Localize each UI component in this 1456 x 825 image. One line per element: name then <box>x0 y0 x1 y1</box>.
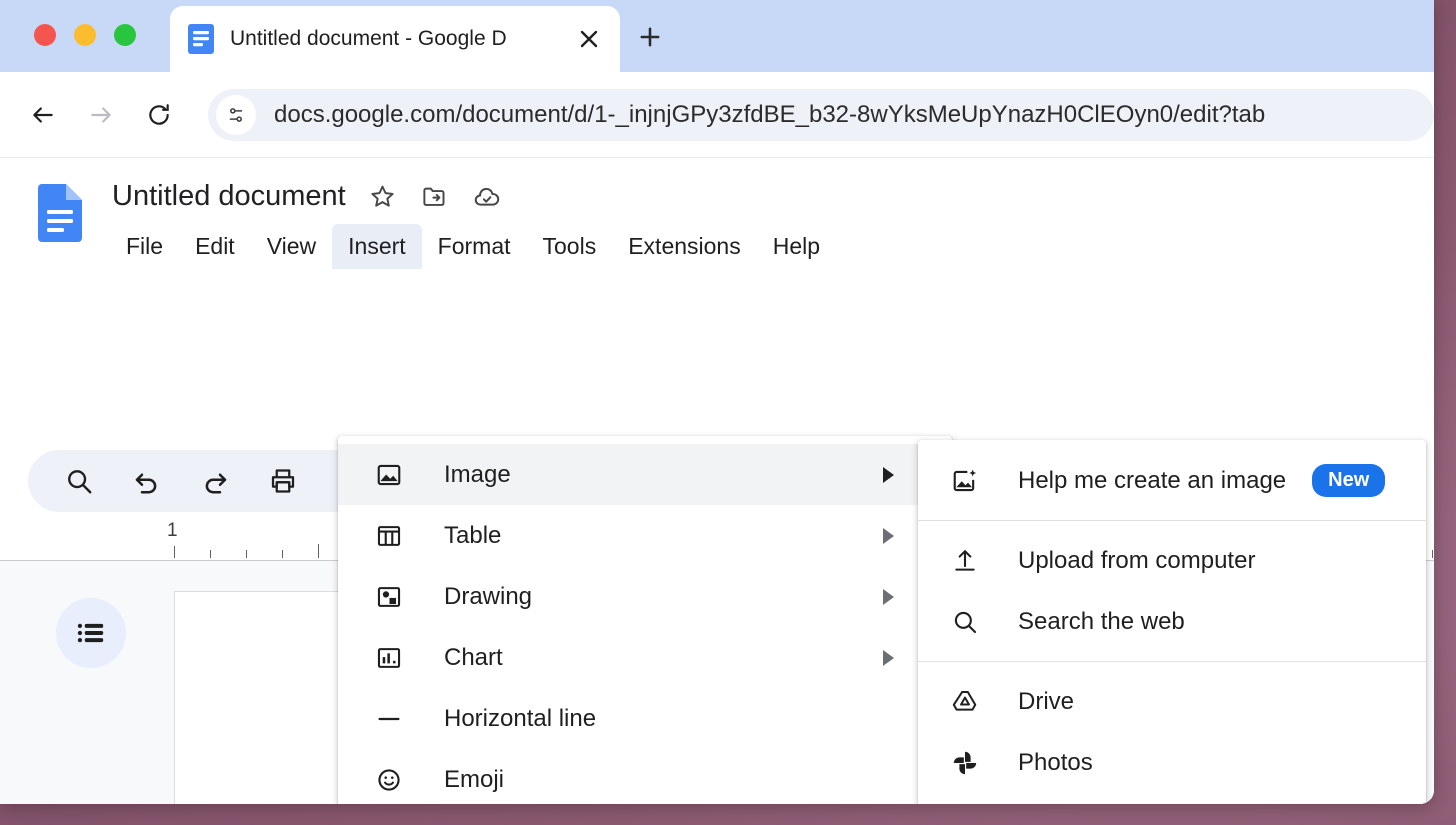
insert-menu-item-drawing[interactable]: Drawing <box>338 566 952 627</box>
insert-menu-label: Chart <box>444 643 503 671</box>
browser-tab-title: Untitled document - Google D <box>230 27 507 50</box>
insert-menu-label: Drawing <box>444 582 533 610</box>
ai-image-icon <box>948 464 982 498</box>
menu-divider <box>918 520 1426 521</box>
submenu-item-upload-from-computer[interactable]: Upload from computer <box>918 530 1426 591</box>
submenu-item-drive[interactable]: Drive <box>918 671 1426 732</box>
submenu-label: Photos <box>1018 748 1093 776</box>
browser-navigation-bar: docs.google.com/document/d/1-_injnjGPy3z… <box>0 72 1434 158</box>
drawing-icon <box>372 580 406 614</box>
address-bar-url[interactable]: docs.google.com/document/d/1-_injnjGPy3z… <box>274 101 1265 129</box>
menu-file[interactable]: File <box>110 224 179 269</box>
show-document-outline-button[interactable] <box>56 598 126 668</box>
menu-format[interactable]: Format <box>422 224 527 269</box>
upload-icon <box>948 544 982 578</box>
menu-extensions[interactable]: Extensions <box>612 224 757 269</box>
horizontal-line-icon <box>372 702 406 736</box>
star-icon[interactable] <box>368 182 398 212</box>
insert-menu-item-chart[interactable]: Chart <box>338 627 952 688</box>
submenu-label: Drive <box>1018 687 1075 715</box>
menu-edit[interactable]: Edit <box>179 224 251 269</box>
menu-help[interactable]: Help <box>757 224 836 269</box>
insert-menu-label: Emoji <box>444 765 505 793</box>
chevron-right-icon <box>883 649 894 666</box>
ruler-tick <box>174 546 175 558</box>
google-docs-app: Untitled document File Edit View Insert … <box>0 158 1434 804</box>
ruler-tick <box>210 550 211 558</box>
menu-view[interactable]: View <box>251 224 332 269</box>
insert-menu-item-horizontal-line[interactable]: Horizontal line <box>338 688 952 749</box>
ruler-tick <box>246 550 247 558</box>
close-tab-button[interactable] <box>574 24 604 54</box>
submenu-item-photos[interactable]: Photos <box>918 732 1426 793</box>
ruler-tick <box>1432 550 1433 558</box>
image-icon <box>372 458 406 492</box>
search-icon[interactable] <box>62 464 96 498</box>
google-docs-favicon <box>188 24 214 54</box>
site-settings-icon[interactable] <box>216 94 256 135</box>
window-traffic-lights <box>34 24 136 46</box>
address-bar[interactable]: docs.google.com/document/d/1-_injnjGPy3z… <box>208 88 1434 141</box>
submenu-item-help-me-create-an-image[interactable]: Help me create an image New <box>918 450 1426 511</box>
maximize-window-button[interactable] <box>114 24 136 46</box>
submenu-label: Search the web <box>1018 607 1185 635</box>
google-docs-logo <box>38 184 82 242</box>
ruler-label-1: 1 <box>167 520 178 541</box>
browser-tab-strip: Untitled document - Google D <box>0 0 1434 72</box>
cloud-saved-icon[interactable] <box>472 182 502 212</box>
google-drive-icon <box>948 685 982 719</box>
chart-icon <box>372 641 406 675</box>
submenu-label: Help me create an image <box>1018 466 1287 494</box>
menu-tools[interactable]: Tools <box>527 224 613 269</box>
back-button[interactable] <box>20 92 66 138</box>
menu-insert[interactable]: Insert <box>332 224 422 269</box>
search-icon <box>948 605 982 639</box>
submenu-item-search-the-web[interactable]: Search the web <box>918 591 1426 652</box>
undo-icon[interactable] <box>130 464 164 498</box>
chevron-right-icon <box>883 466 894 483</box>
reload-button[interactable] <box>136 92 182 138</box>
insert-menu-popup: Image Table Drawing Chart Horizontal lin… <box>338 436 952 804</box>
menu-divider <box>918 661 1426 662</box>
docs-header: Untitled document File Edit View Insert … <box>0 158 1434 269</box>
browser-window: Untitled document - Google D docs.google… <box>0 0 1434 804</box>
submenu-label: Upload from computer <box>1018 546 1256 574</box>
google-photos-icon <box>948 746 982 780</box>
chevron-right-icon <box>883 588 894 605</box>
new-tab-button[interactable] <box>632 19 668 55</box>
emoji-icon <box>372 763 406 797</box>
document-title-row: Untitled document <box>112 180 502 213</box>
forward-button[interactable] <box>78 92 124 138</box>
submenu-item-camera[interactable]: Camera <box>918 793 1426 804</box>
new-badge: New <box>1312 464 1386 497</box>
redo-icon[interactable] <box>198 464 232 498</box>
insert-menu-item-table[interactable]: Table <box>338 505 952 566</box>
insert-menu-label: Image <box>444 460 511 488</box>
move-to-folder-icon[interactable] <box>420 182 450 212</box>
docs-menu-bar: File Edit View Insert Format Tools Exten… <box>110 224 836 269</box>
close-window-button[interactable] <box>34 24 56 46</box>
insert-menu-label: Table <box>444 521 502 549</box>
ruler-tick <box>318 544 319 558</box>
chevron-right-icon <box>883 527 894 544</box>
insert-menu-item-image[interactable]: Image <box>338 444 952 505</box>
insert-menu-label: Horizontal line <box>444 704 597 732</box>
minimize-window-button[interactable] <box>74 24 96 46</box>
table-icon <box>372 519 406 553</box>
print-icon[interactable] <box>266 464 300 498</box>
insert-menu-item-emoji[interactable]: Emoji <box>338 749 952 804</box>
ruler-tick <box>282 550 283 558</box>
browser-tab[interactable]: Untitled document - Google D <box>170 6 620 72</box>
image-submenu-popup: Help me create an image New Upload from … <box>918 440 1426 804</box>
document-title[interactable]: Untitled document <box>112 180 346 213</box>
